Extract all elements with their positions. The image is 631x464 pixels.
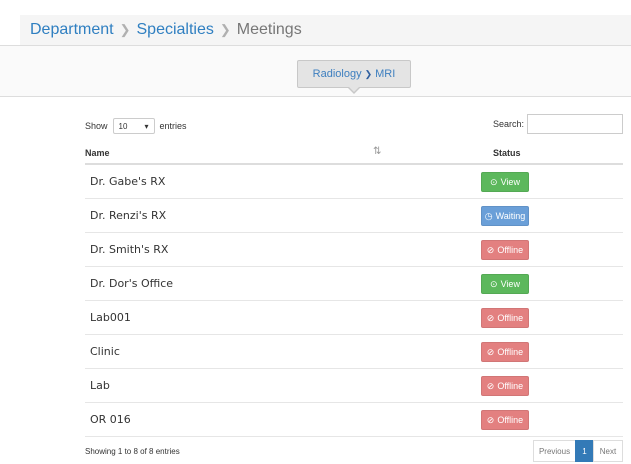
ban-icon: ⊘ (486, 312, 495, 323)
row-name: OR 016 (90, 413, 131, 426)
breadcrumb: Department ❯ Specialties ❯ Meetings (20, 15, 631, 45)
status-badge-offline[interactable]: ⊘ Offline (481, 376, 529, 396)
page-1-button[interactable]: 1 (575, 440, 594, 462)
row-name: Dr. Gabe's RX (90, 175, 166, 188)
table-toolbar: Show 10 ▾ entries Search: (85, 114, 623, 136)
table-row: Dr. Renzi's RX ◷ Waiting (85, 199, 623, 233)
status-badge-waiting[interactable]: ◷ Waiting (481, 206, 529, 226)
table-footer: Showing 1 to 8 of 8 entries Previous 1 N… (85, 440, 623, 464)
table-row: OR 016 ⊘ Offline (85, 403, 623, 437)
breadcrumb-item-department[interactable]: Department (30, 21, 114, 39)
status-badge-offline[interactable]: ⊘ Offline (481, 410, 529, 430)
row-name: Lab (90, 379, 110, 392)
entries-select-value: 10 (118, 121, 128, 131)
panel-header: Radiology ❯ MRI (0, 45, 631, 97)
status-badge-view[interactable]: ⊙ View (481, 274, 529, 294)
check-circle-icon: ⊙ (490, 278, 498, 289)
status-label: Offline (497, 347, 524, 357)
column-header-name[interactable]: Name (85, 148, 110, 158)
breadcrumb-separator: ❯ (219, 22, 231, 37)
sub-breadcrumb-pointer-fill (348, 86, 360, 92)
row-name: Clinic (90, 345, 120, 358)
length-suffix: entries (159, 121, 187, 131)
status-badge-offline[interactable]: ⊘ Offline (481, 240, 529, 260)
next-page-button[interactable]: Next (593, 440, 623, 462)
caret-down-icon: ▾ (144, 121, 149, 131)
status-badge-view[interactable]: ⊙ View (481, 172, 529, 192)
table-info: Showing 1 to 8 of 8 entries (85, 447, 180, 456)
row-name: Dr. Renzi's RX (90, 209, 167, 222)
row-name: Dr. Dor's Office (90, 277, 174, 290)
status-label: View (500, 177, 520, 187)
status-label: View (500, 279, 520, 289)
previous-page-button[interactable]: Previous (533, 440, 576, 462)
table-row: Dr. Smith's RX ⊘ Offline (85, 233, 623, 267)
length-prefix: Show (85, 121, 108, 131)
status-label: Offline (497, 415, 524, 425)
sub-breadcrumb-separator: ❯ (364, 68, 373, 79)
entries-select[interactable]: 10 ▾ (112, 118, 155, 134)
table-body: Dr. Gabe's RX ⊙ View Dr. Renzi's RX ◷ Waiting… (85, 165, 623, 437)
status-label: Offline (497, 313, 524, 323)
search-label: Search: (492, 119, 524, 129)
status-label: Offline (497, 245, 524, 255)
table-row: Dr. Dor's Office ⊙ View (85, 267, 623, 301)
row-name: Dr. Smith's RX (90, 243, 169, 256)
status-label: Waiting (495, 211, 526, 221)
search-control: Search: (493, 114, 623, 134)
check-circle-icon: ⊙ (490, 176, 498, 187)
table-header: Name ⇅ Status (85, 142, 623, 165)
ban-icon: ⊘ (486, 346, 495, 357)
column-header-status[interactable]: Status (493, 148, 521, 158)
ban-icon: ⊘ (486, 414, 495, 425)
sub-breadcrumb-child[interactable]: MRI (375, 68, 395, 80)
sub-breadcrumb: Radiology ❯ MRI (297, 60, 411, 88)
sub-breadcrumb-parent[interactable]: Radiology (313, 68, 362, 80)
pagination: Previous 1 Next (533, 440, 623, 462)
table-row: Lab001 ⊘ Offline (85, 301, 623, 335)
sort-icon[interactable]: ⇅ (373, 146, 381, 157)
status-badge-offline[interactable]: ⊘ Offline (481, 342, 529, 362)
clock-icon: ◷ (484, 210, 493, 221)
ban-icon: ⊘ (486, 244, 495, 255)
table-row: Dr. Gabe's RX ⊙ View (85, 165, 623, 199)
breadcrumb-current: Meetings (236, 21, 302, 38)
row-name: Lab001 (90, 311, 131, 324)
status-badge-offline[interactable]: ⊘ Offline (481, 308, 529, 328)
entries-length-control: Show 10 ▾ entries (85, 118, 187, 134)
breadcrumb-item-specialties[interactable]: Specialties (137, 21, 214, 39)
breadcrumb-separator: ❯ (119, 22, 131, 37)
table-row: Clinic ⊘ Offline (85, 335, 623, 369)
search-input[interactable] (527, 114, 623, 134)
status-label: Offline (497, 381, 524, 391)
table-row: Lab ⊘ Offline (85, 369, 623, 403)
ban-icon: ⊘ (486, 380, 495, 391)
